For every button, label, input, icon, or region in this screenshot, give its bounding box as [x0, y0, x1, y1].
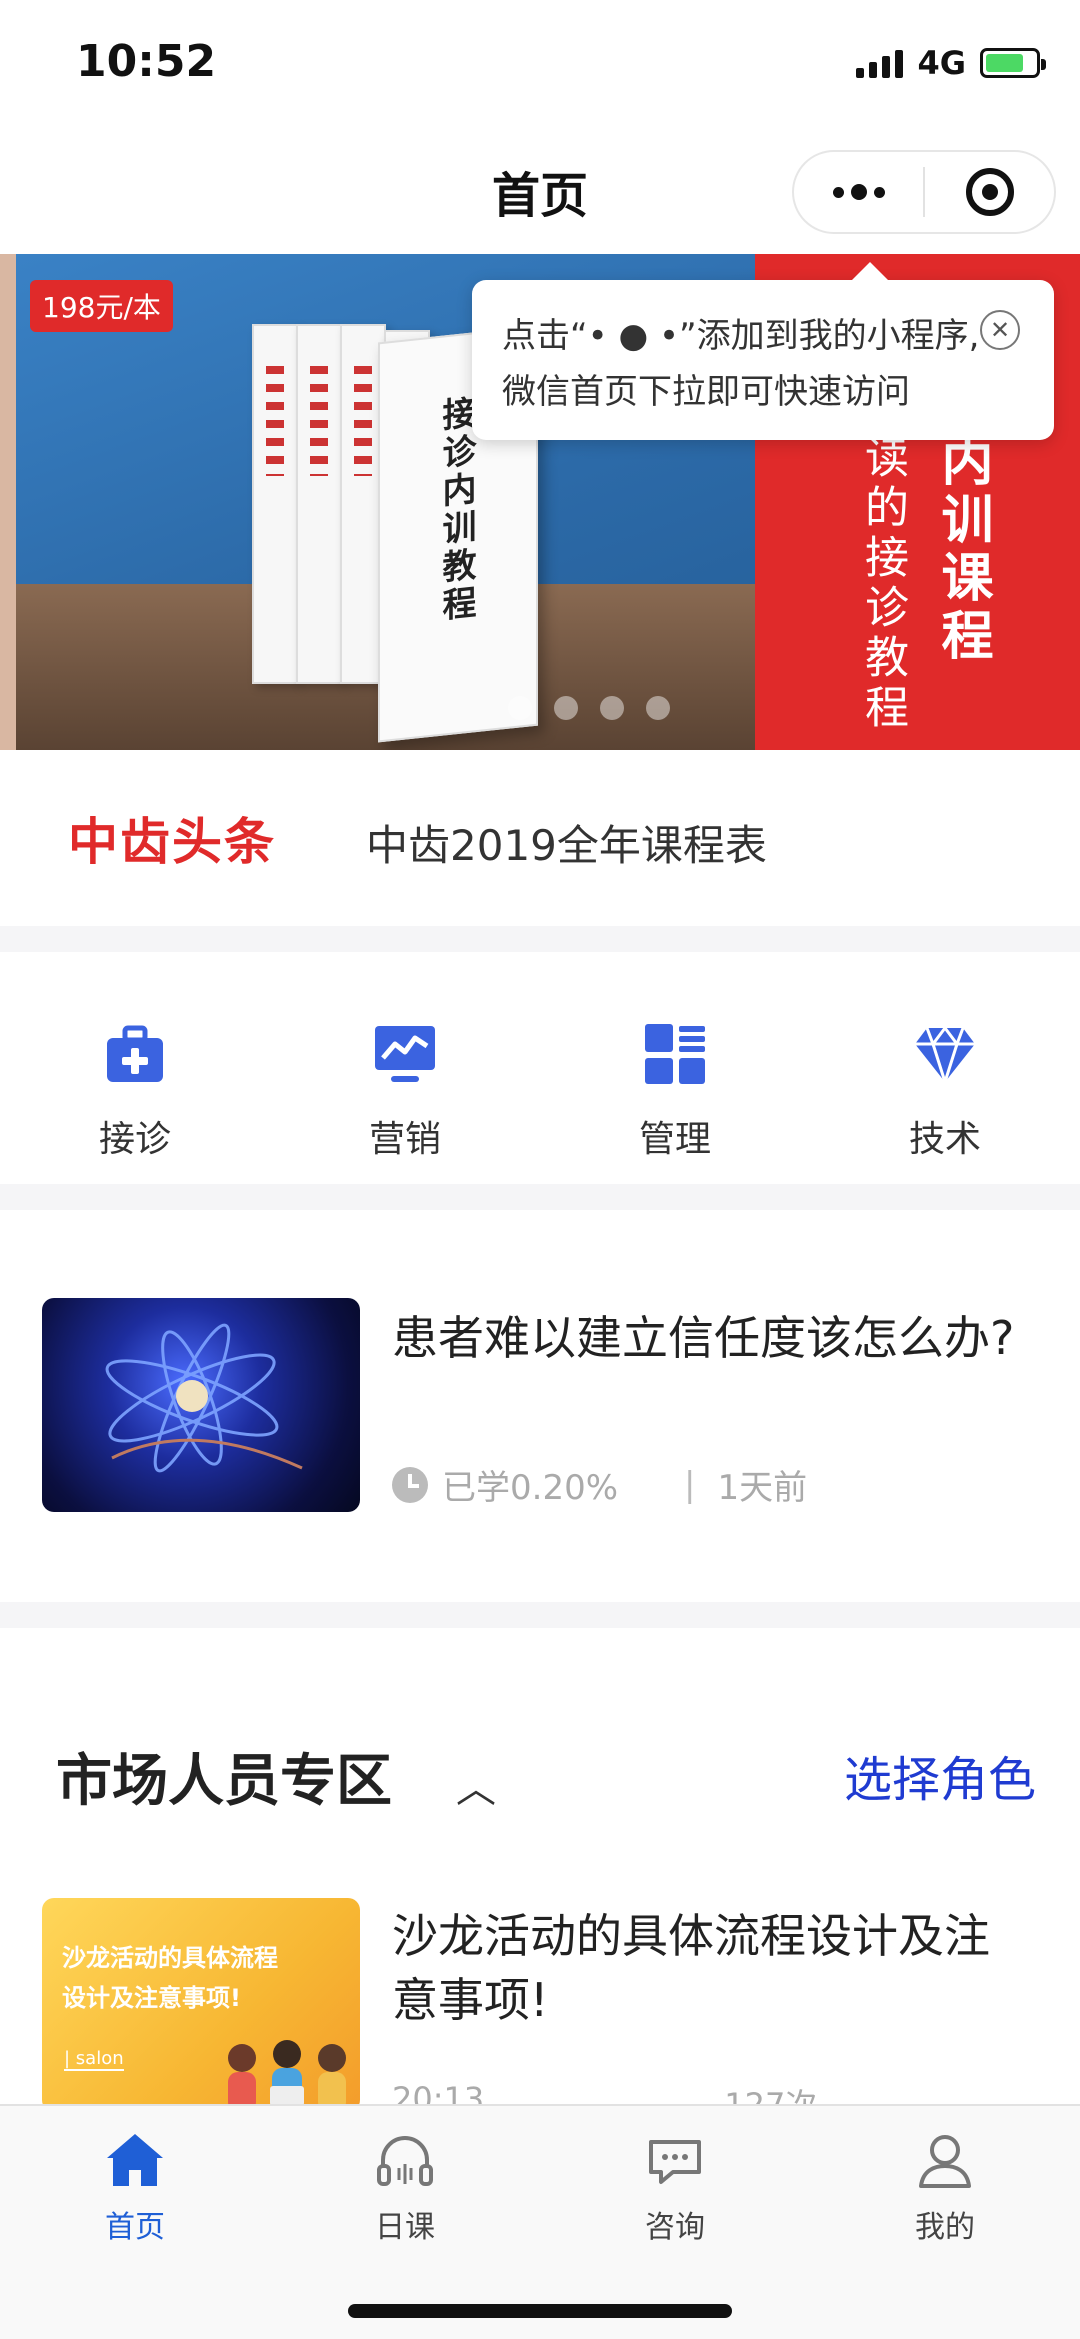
carousel-dot[interactable]	[646, 696, 670, 720]
article-title[interactable]: 沙龙活动的具体流程设计及注意事项!	[392, 1904, 1032, 2032]
flower-illustration	[105, 1323, 303, 1473]
carousel-dot[interactable]	[508, 696, 532, 720]
tab-label: 日课	[375, 2210, 435, 2245]
tooltip-line-1: 点击“• ● •”添加到我的小程序,	[502, 316, 980, 356]
tab-label: 我的	[915, 2210, 975, 2245]
diamond-icon	[915, 1025, 975, 1086]
article-duration: 20:13	[392, 2080, 485, 2106]
chat-bubble-icon	[649, 2140, 701, 2184]
status-time: 10:52	[76, 36, 217, 87]
add-to-my-mini-programs-tooltip: 点击“• ● •”添加到我的小程序, 微信首页下拉即可快速访问 ✕	[472, 262, 1054, 440]
home-indicator[interactable]	[348, 2304, 732, 2318]
chevron-up-icon[interactable]: ︿	[456, 1756, 496, 1814]
article-thumbnail[interactable]: 沙龙活动的具体流程 设计及注意事项! | salon	[42, 1898, 360, 2106]
nav-bar: 首页	[0, 130, 1080, 254]
tab-label: 咨询	[645, 2210, 705, 2245]
category-marketing[interactable]: 营销	[270, 952, 540, 1184]
tab-profile[interactable]: 我的	[810, 2106, 1080, 2256]
carousel-indicator	[508, 696, 670, 720]
thumbnail-tag: | salon	[64, 2048, 124, 2071]
bottom-tab-bar: 首页 日课 咨询 我的	[0, 2104, 1080, 2339]
tooltip-close-icon[interactable]: ✕	[980, 310, 1020, 350]
grid-list-icon	[645, 1024, 705, 1084]
lesson-thumbnail	[42, 1298, 360, 1512]
lesson-time-ago: 1天前	[717, 1468, 808, 1508]
lesson-title: 患者难以建立信任度该怎么办?	[392, 1311, 1015, 1365]
thumbnail-caption-line: 设计及注意事项!	[62, 1984, 241, 2012]
category-label: 技术	[908, 1119, 981, 1160]
thumbnail-caption-line: 沙龙活动的具体流程	[62, 1944, 278, 1972]
news-headline-strip[interactable]: 中齿头条 中齿2019全年课程表	[0, 750, 1080, 926]
signal-icon	[856, 48, 904, 78]
tab-daily-lesson[interactable]: 日课	[270, 2106, 540, 2256]
book-spine	[252, 324, 298, 684]
carousel-dot[interactable]	[554, 696, 578, 720]
banner-red-subline: 读的接诊教程	[857, 434, 908, 734]
thumbnail-caption: 沙龙活动的具体流程 设计及注意事项!	[62, 1938, 278, 2018]
more-dots-icon	[832, 184, 885, 200]
category-label: 营销	[368, 1119, 441, 1160]
section-title: 市场人员专区	[56, 1749, 392, 1814]
medical-kit-icon	[107, 1025, 163, 1082]
lesson-progress: 已学0.20%	[442, 1468, 619, 1508]
marketing-zone-section: 市场人员专区 ︿ 选择角色 沙龙活动的具体流程 设计及注意事项! | salon…	[0, 1628, 1080, 2106]
trend-chart-icon	[375, 1026, 435, 1082]
select-role-button[interactable]: 选择角色	[844, 1740, 1036, 1810]
people-illustration	[228, 2040, 346, 2106]
article-views: 127次	[724, 2086, 818, 2106]
carousel-dot[interactable]	[600, 696, 624, 720]
home-icon	[107, 2134, 163, 2186]
category-label: 接诊	[98, 1119, 171, 1160]
lesson-meta: 已学0.20% | 1天前	[392, 1460, 807, 1509]
more-menu-button[interactable]	[794, 152, 923, 232]
status-indicators: 4G	[856, 44, 1046, 82]
book-spine	[296, 324, 342, 684]
meta-separator: |	[684, 1464, 696, 1505]
battery-icon	[980, 48, 1046, 78]
news-headline: 中齿2019全年课程表	[366, 821, 767, 870]
tab-label: 首页	[105, 2210, 165, 2245]
category-label: 管理	[638, 1119, 711, 1160]
price-tag: 198元/本	[30, 280, 173, 332]
headphones-icon	[377, 2136, 433, 2186]
category-management[interactable]: 管理	[540, 952, 810, 1184]
network-type: 4G	[917, 44, 966, 82]
status-bar: 10:52 4G	[0, 0, 1080, 130]
news-logo: 中齿头条	[68, 812, 276, 871]
category-technique[interactable]: 技术	[810, 952, 1080, 1184]
category-reception[interactable]: 接诊	[0, 952, 270, 1184]
category-grid: 接诊 营销 管理 技术	[0, 952, 1080, 1184]
banner-person-edge	[0, 254, 16, 750]
banner-red-headline: 内训课程	[932, 434, 992, 666]
clock-icon	[392, 1466, 428, 1503]
lesson-card[interactable]: 患者难以建立信任度该怎么办? 已学0.20% | 1天前	[0, 1210, 1080, 1602]
tab-consult[interactable]: 咨询	[540, 2106, 810, 2256]
tooltip-line-2: 微信首页下拉即可快速访问	[502, 372, 910, 412]
user-icon	[919, 2135, 971, 2188]
article-meta: 20:13 127次	[392, 2080, 817, 2106]
close-mini-program-button[interactable]	[925, 152, 1054, 232]
tab-home[interactable]: 首页	[0, 2106, 270, 2256]
target-circle-icon	[965, 168, 1014, 216]
mini-program-capsule	[792, 150, 1056, 234]
